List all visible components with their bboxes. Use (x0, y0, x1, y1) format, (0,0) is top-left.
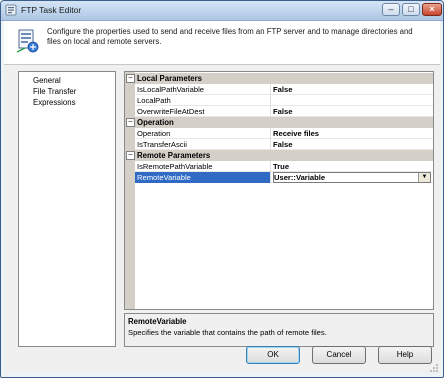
category-operation[interactable]: – Operation (125, 117, 433, 128)
category-remote-parameters[interactable]: – Remote Parameters (125, 150, 433, 161)
property-value[interactable] (273, 95, 431, 106)
dialog-description: Configure the properties used to send an… (47, 27, 413, 46)
maximize-button[interactable]: □ (402, 3, 420, 16)
property-row-overwritefileatdest[interactable]: OverwriteFileAtDest False (135, 106, 433, 117)
nav-list: General File Transfer Expressions (18, 71, 116, 347)
cancel-button[interactable]: Cancel (312, 346, 366, 364)
property-name: RemoteVariable (135, 172, 271, 183)
collapse-icon[interactable]: – (126, 74, 135, 83)
property-name: Operation (135, 128, 271, 139)
ok-button[interactable]: OK (246, 346, 300, 364)
minimize-button[interactable]: – (382, 3, 400, 16)
property-row-remotevariable[interactable]: RemoteVariable User::Variable ▼ (135, 172, 433, 183)
title-bar[interactable]: FTP Task Editor – □ × (1, 1, 443, 21)
property-name: IsLocalPathVariable (135, 84, 271, 95)
grid-gutter (125, 72, 135, 309)
category-label: Operation (137, 118, 174, 127)
window-title: FTP Task Editor (21, 5, 82, 15)
property-value: User::Variable (274, 173, 326, 182)
property-value[interactable]: False (273, 106, 431, 117)
property-value[interactable]: False (273, 84, 431, 95)
close-button[interactable]: × (422, 3, 442, 16)
nav-item-general[interactable]: General (33, 75, 61, 86)
category-label: Local Parameters (137, 74, 203, 83)
property-row-istransferascii[interactable]: IsTransferAscii False (135, 139, 433, 150)
property-row-localpath[interactable]: LocalPath (135, 95, 433, 106)
help-title: RemoteVariable (128, 317, 187, 326)
dialog-client-area: Configure the properties used to send an… (4, 21, 440, 374)
property-row-operation[interactable]: Operation Receive files (135, 128, 433, 139)
remote-variable-dropdown[interactable]: User::Variable ▼ (273, 172, 431, 183)
nav-item-file-transfer[interactable]: File Transfer (33, 86, 76, 97)
category-label: Remote Parameters (137, 151, 211, 160)
resize-grip-icon[interactable] (429, 363, 439, 373)
app-icon (5, 4, 17, 16)
property-value[interactable]: False (273, 139, 431, 150)
ftp-task-icon (16, 29, 39, 53)
property-name: OverwriteFileAtDest (135, 106, 271, 117)
ftp-task-editor-window: FTP Task Editor – □ × Configure the prop… (0, 0, 444, 378)
property-name: LocalPath (135, 95, 271, 106)
property-value[interactable]: Receive files (273, 128, 431, 139)
nav-item-expressions[interactable]: Expressions (33, 97, 75, 108)
help-button[interactable]: Help (378, 346, 432, 364)
property-row-isremotepathvariable[interactable]: IsRemotePathVariable True (135, 161, 433, 172)
property-help-pane: RemoteVariable Specifies the variable th… (124, 313, 434, 347)
collapse-icon[interactable]: – (126, 151, 135, 160)
dropdown-arrow-icon[interactable]: ▼ (418, 173, 430, 182)
category-local-parameters[interactable]: – Local Parameters (125, 73, 433, 84)
property-name: IsTransferAscii (135, 139, 271, 150)
collapse-icon[interactable]: – (126, 118, 135, 127)
header-band: Configure the properties used to send an… (4, 21, 440, 65)
property-value[interactable]: True (273, 161, 431, 172)
help-text: Specifies the variable that contains the… (128, 328, 327, 337)
property-grid: – Local Parameters IsLocalPathVariable F… (124, 71, 434, 310)
property-name: IsRemotePathVariable (135, 161, 271, 172)
property-row-islocalpathvariable[interactable]: IsLocalPathVariable False (135, 84, 433, 95)
